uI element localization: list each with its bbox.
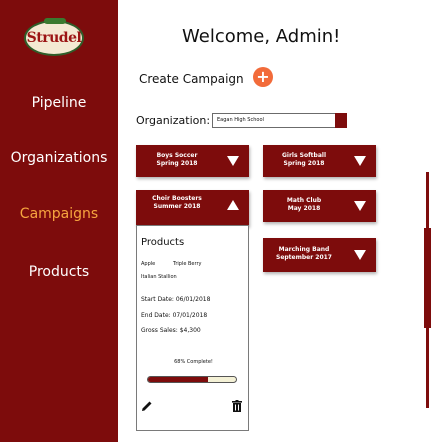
logo-leaf-icon [44,18,66,24]
chevron-down-icon[interactable] [227,156,239,166]
progress-bar [147,376,237,383]
gross-sales: Gross Sales: $4,300 [141,327,201,334]
campaign-season: Spring 2018 [156,160,198,167]
organization-select-value: Eagan High School [217,117,264,123]
campaign-title: Boys Soccer Spring 2018 [136,152,218,168]
campaign-season: Summer 2018 [153,203,201,210]
create-campaign-label: Create Campaign [139,72,244,86]
campaign-name: Math Club [286,197,322,204]
organization-label: Organization: [136,114,211,127]
logo-text: Strudel [26,30,82,46]
sidebar-item-pipeline[interactable]: Pipeline [0,95,118,111]
progress-bar-fill [148,377,208,382]
campaign-title: Math Club May 2018 [263,197,345,213]
campaign-season: May 2018 [287,205,321,212]
campaign-detail-panel: Products Apple Triple Berry Italian Stal… [136,225,249,431]
brand-logo[interactable]: Strudel [24,18,84,56]
campaign-title: Marching Band September 2017 [263,246,345,262]
campaign-name: Choir Boosters [152,195,202,202]
campaign-name: Marching Band [278,246,330,253]
campaign-title: Girls Softball Spring 2018 [263,152,345,168]
product-item: Triple Berry [173,261,202,267]
pencil-icon[interactable] [141,400,153,412]
sidebar-item-products[interactable]: Products [0,264,118,280]
campaign-card-marching-band[interactable]: Marching Band September 2017 [263,238,376,272]
page-title: Welcome, Admin! [182,26,341,47]
end-date: End Date: 07/01/2018 [141,312,208,319]
progress-label: 68% Complete! [174,359,213,365]
product-item: Italian Stallion [141,274,177,280]
organization-select[interactable]: Eagan High School [212,113,347,128]
chevron-down-icon[interactable] [354,201,366,211]
campaign-season: September 2017 [276,254,332,261]
product-item: Apple [141,261,156,267]
add-campaign-button[interactable]: + [253,67,273,87]
campaign-card-math-club[interactable]: Math Club May 2018 [263,190,376,222]
chevron-down-icon[interactable] [354,250,366,260]
campaign-card-choir-boosters[interactable]: Choir Boosters Summer 2018 [136,190,249,226]
campaign-season: Spring 2018 [283,160,325,167]
campaign-card-girls-softball[interactable]: Girls Softball Spring 2018 [263,145,376,177]
sidebar: Strudel Pipeline Organizations Campaigns… [0,0,118,442]
sidebar-item-campaigns[interactable]: Campaigns [0,206,118,222]
campaign-name: Girls Softball [281,152,327,159]
products-heading: Products [141,237,185,248]
chevron-down-icon[interactable] [354,156,366,166]
campaign-title: Choir Boosters Summer 2018 [136,195,218,211]
chevron-up-icon[interactable] [227,200,239,210]
sidebar-item-organizations[interactable]: Organizations [0,150,118,166]
campaign-card-boys-soccer[interactable]: Boys Soccer Spring 2018 [136,145,249,177]
campaign-name: Boys Soccer [156,152,198,159]
scrollbar-thumb[interactable] [424,228,431,328]
select-caret-icon[interactable] [335,113,347,128]
start-date: Start Date: 06/01/2018 [141,296,211,303]
trash-icon[interactable] [232,400,242,412]
